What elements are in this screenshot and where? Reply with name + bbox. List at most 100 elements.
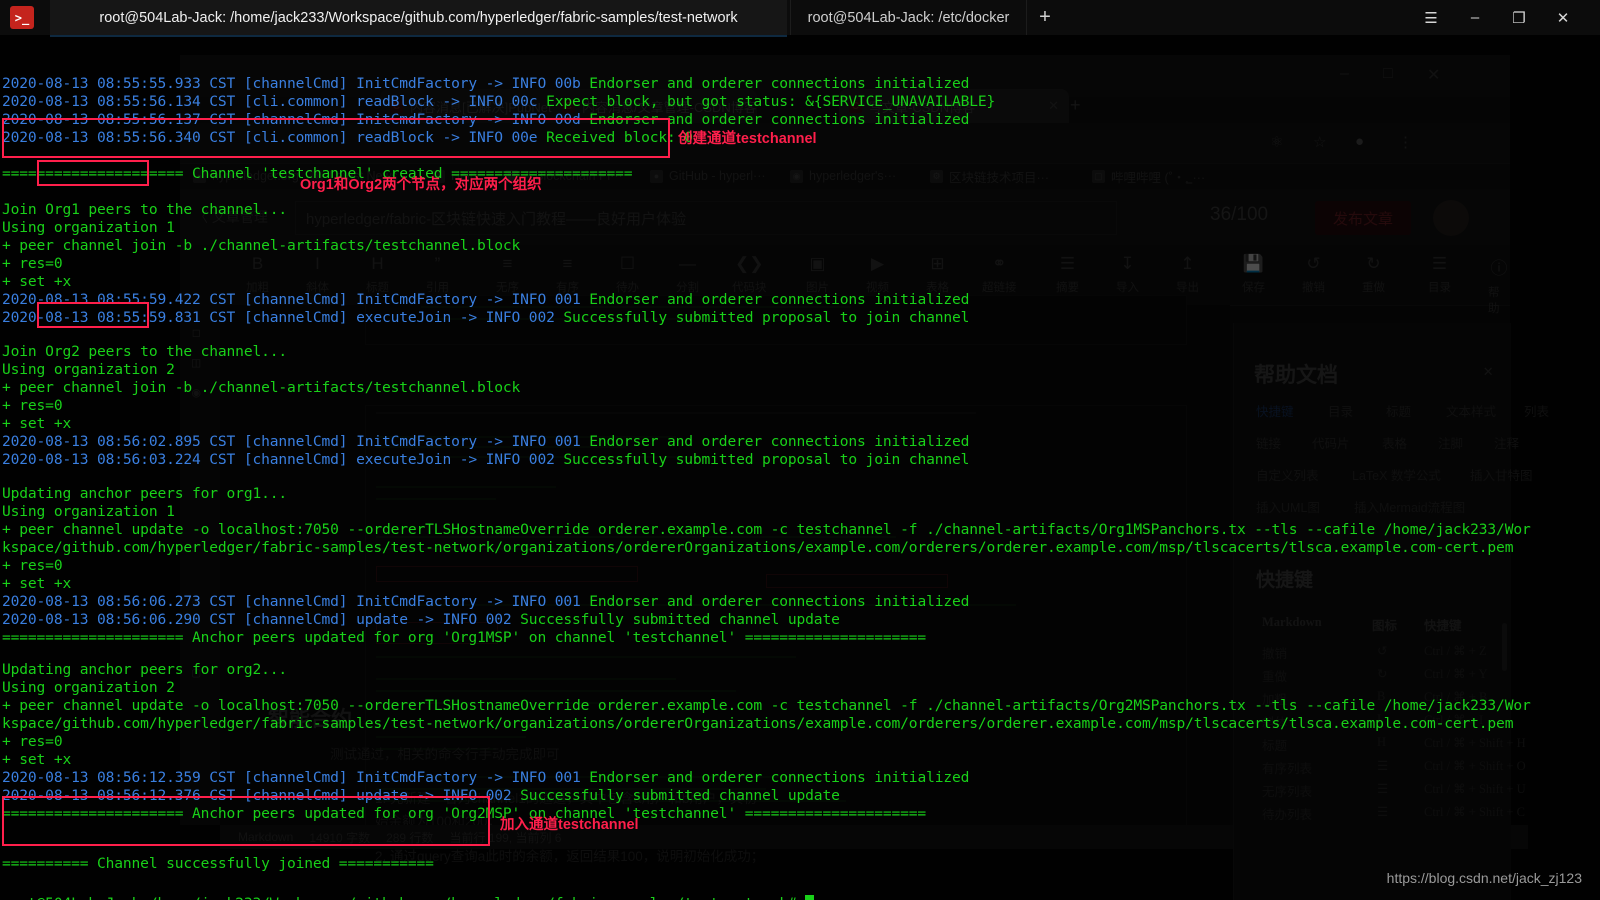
terminal-text: + set +x bbox=[2, 415, 72, 432]
terminal-text: Updating anchor peers for org1... bbox=[2, 485, 287, 502]
terminal-text: kspace/github.com/hyperledger/fabric-sam… bbox=[2, 715, 1514, 732]
terminal-text: 2020-08-13 08:55:59.831 CST [channelCmd]… bbox=[2, 309, 564, 326]
terminal-line: Using organization 1 bbox=[2, 219, 175, 237]
prompt-text: root@504Lab-Jack:/home/jack233/Workspace… bbox=[2, 895, 805, 900]
terminal-text: 2020-08-13 08:56:06.273 CST [channelCmd]… bbox=[2, 593, 590, 610]
terminal-line: 2020-08-13 08:56:06.273 CST [channelCmd]… bbox=[2, 593, 969, 611]
terminal-line: ========== Channel successfully joined =… bbox=[2, 855, 434, 873]
terminal-text: + res=0 bbox=[2, 397, 63, 414]
terminal-text: kspace/github.com/hyperledger/fabric-sam… bbox=[2, 539, 1514, 556]
terminal-text: Using organization 1 bbox=[2, 219, 175, 236]
terminal-text: Using organization 2 bbox=[2, 679, 175, 696]
terminal-text: + set +x bbox=[2, 273, 72, 290]
terminal-close-button[interactable]: ✕ bbox=[1552, 9, 1574, 27]
terminal-app-icon: >_ bbox=[10, 6, 34, 29]
terminal-line: + res=0 bbox=[2, 397, 63, 415]
terminal-text: 2020-08-13 08:56:12.359 CST [channelCmd]… bbox=[2, 769, 590, 786]
terminal-line: Using organization 1 bbox=[2, 503, 175, 521]
terminal-line: kspace/github.com/hyperledger/fabric-sam… bbox=[2, 715, 1513, 733]
terminal-line: + set +x bbox=[2, 273, 71, 291]
terminal-line: 2020-08-13 08:56:12.376 CST [channelCmd]… bbox=[2, 787, 840, 805]
terminal-text: Expect block, but got status: &{SERVICE_… bbox=[546, 93, 996, 110]
terminal-line: + set +x bbox=[2, 415, 71, 433]
terminal-line: + res=0 bbox=[2, 733, 63, 751]
terminal-line: + peer channel join -b ./channel-artifac… bbox=[2, 237, 520, 255]
blog-watermark: https://blog.csdn.net/jack_zj123 bbox=[1386, 870, 1582, 886]
terminal-text: + set +x bbox=[2, 575, 72, 592]
terminal-line: Join Org1 peers to the channel... bbox=[2, 201, 287, 219]
terminal-text: Endorser and orderer connections initial… bbox=[589, 111, 970, 128]
annotation-label-channel-joined: 加入通道testchannel bbox=[500, 817, 639, 833]
terminal-text: Successfully submitted channel update bbox=[520, 787, 840, 804]
terminal-text: ===================== Anchor peers updat… bbox=[2, 629, 927, 646]
terminal-line: 2020-08-13 08:55:56.134 CST [cli.common]… bbox=[2, 93, 995, 111]
terminal-tab-etc-docker[interactable]: root@504Lab-Jack: /etc/docker bbox=[790, 0, 1027, 35]
terminal-cursor bbox=[805, 895, 815, 900]
terminal-line: + res=0 bbox=[2, 557, 63, 575]
terminal-line: + res=0 bbox=[2, 255, 63, 273]
terminal-line: 2020-08-13 08:55:59.831 CST [channelCmd]… bbox=[2, 309, 969, 327]
terminal-text: ===================== Anchor peers updat… bbox=[2, 805, 927, 822]
terminal-text: 2020-08-13 08:56:03.224 CST [channelCmd]… bbox=[2, 451, 564, 468]
terminal-text: 2020-08-13 08:55:56.134 CST [cli.common]… bbox=[2, 93, 547, 110]
terminal-text: + set +x bbox=[2, 751, 72, 768]
terminal-line: + set +x bbox=[2, 751, 71, 769]
terminal-line: kspace/github.com/hyperledger/fabric-sam… bbox=[2, 539, 1513, 557]
terminal-text: + res=0 bbox=[2, 557, 63, 574]
terminal-text: Endorser and orderer connections initial… bbox=[589, 75, 970, 92]
terminal-line: 2020-08-13 08:55:59.422 CST [channelCmd]… bbox=[2, 291, 969, 309]
terminal-text: + peer channel update -o localhost:7050 … bbox=[2, 697, 1531, 714]
terminal-text: + res=0 bbox=[2, 255, 63, 272]
terminal-text: Endorser and orderer connections initial… bbox=[589, 593, 970, 610]
terminal-menu-button[interactable]: ☰ bbox=[1420, 9, 1442, 27]
terminal-text: 2020-08-13 08:56:12.376 CST [channelCmd]… bbox=[2, 787, 521, 804]
terminal-tabbar: >_ root@504Lab-Jack: /home/jack233/Works… bbox=[0, 0, 1600, 37]
terminal-line: 2020-08-13 08:55:56.137 CST [channelCmd]… bbox=[2, 111, 969, 129]
terminal-text: Successfully submitted proposal to join … bbox=[563, 309, 970, 326]
terminal-text: 2020-08-13 08:55:56.340 CST [cli.common]… bbox=[2, 129, 547, 146]
terminal-text: + peer channel join -b ./channel-artifac… bbox=[2, 379, 521, 396]
terminal-line: Using organization 2 bbox=[2, 679, 175, 697]
terminal-text: 2020-08-13 08:55:59.422 CST [channelCmd]… bbox=[2, 291, 590, 308]
terminal-line: 2020-08-13 08:55:56.340 CST [cli.common]… bbox=[2, 129, 693, 147]
terminal-text: + peer channel join -b ./channel-artifac… bbox=[2, 237, 521, 254]
terminal-line: + peer channel update -o localhost:7050 … bbox=[2, 697, 1531, 715]
terminal-maximize-button[interactable]: ❐ bbox=[1508, 9, 1530, 27]
terminal-text: Endorser and orderer connections initial… bbox=[589, 291, 970, 308]
terminal-line: 2020-08-13 08:56:06.290 CST [channelCmd]… bbox=[2, 611, 840, 629]
terminal-prompt[interactable]: root@504Lab-Jack:/home/jack233/Workspace… bbox=[2, 895, 815, 900]
terminal-text: Endorser and orderer connections initial… bbox=[589, 769, 970, 786]
terminal-line: + peer channel update -o localhost:7050 … bbox=[2, 521, 1531, 539]
terminal-text: Join Org1 peers to the channel... bbox=[2, 201, 287, 218]
terminal-text: 2020-08-13 08:56:02.895 CST [channelCmd]… bbox=[2, 433, 590, 450]
terminal-line: 2020-08-13 08:56:12.359 CST [channelCmd]… bbox=[2, 769, 969, 787]
terminal-line: + set +x bbox=[2, 575, 71, 593]
terminal-text: Join Org2 peers to the channel... bbox=[2, 343, 287, 360]
terminal-text: ========== Channel successfully joined =… bbox=[2, 855, 434, 872]
terminal-line: Join Org2 peers to the channel... bbox=[2, 343, 287, 361]
terminal-text: Successfully submitted proposal to join … bbox=[563, 451, 970, 468]
terminal-minimize-button[interactable]: – bbox=[1464, 9, 1486, 26]
annotation-label-channel-created: 创建通道testchannel bbox=[678, 131, 817, 147]
terminal-text: Received block: 0 bbox=[546, 129, 693, 146]
terminal-text: 2020-08-13 08:56:06.290 CST [channelCmd]… bbox=[2, 611, 521, 628]
terminal-text: Using organization 2 bbox=[2, 361, 175, 378]
terminal-new-tab-button[interactable]: + bbox=[1030, 3, 1060, 31]
terminal-line: + peer channel join -b ./channel-artifac… bbox=[2, 379, 520, 397]
terminal-line: Using organization 2 bbox=[2, 361, 175, 379]
terminal-text: 2020-08-13 08:55:56.137 CST [channelCmd]… bbox=[2, 111, 590, 128]
terminal-text: Using organization 1 bbox=[2, 503, 175, 520]
terminal-line: ===================== Anchor peers updat… bbox=[2, 629, 926, 647]
terminal-tab-test-network[interactable]: root@504Lab-Jack: /home/jack233/Workspac… bbox=[50, 0, 787, 37]
terminal-text: + res=0 bbox=[2, 733, 63, 750]
terminal-line: 2020-08-13 08:55:55.933 CST [channelCmd]… bbox=[2, 75, 969, 93]
terminal-line: ===================== Anchor peers updat… bbox=[2, 805, 926, 823]
annotation-label-org1-peers: Org1和Org2两个节点，对应两个组织 bbox=[300, 177, 542, 193]
terminal-text: Updating anchor peers for org2... bbox=[2, 661, 287, 678]
terminal-text: + peer channel update -o localhost:7050 … bbox=[2, 521, 1531, 538]
terminal-output[interactable]: 2020-08-13 08:55:55.933 CST [channelCmd]… bbox=[0, 35, 1600, 900]
terminal-text: 2020-08-13 08:55:55.933 CST [channelCmd]… bbox=[2, 75, 590, 92]
terminal-line: 2020-08-13 08:56:02.895 CST [channelCmd]… bbox=[2, 433, 969, 451]
terminal-line: Updating anchor peers for org2... bbox=[2, 661, 287, 679]
terminal-text: Endorser and orderer connections initial… bbox=[589, 433, 970, 450]
